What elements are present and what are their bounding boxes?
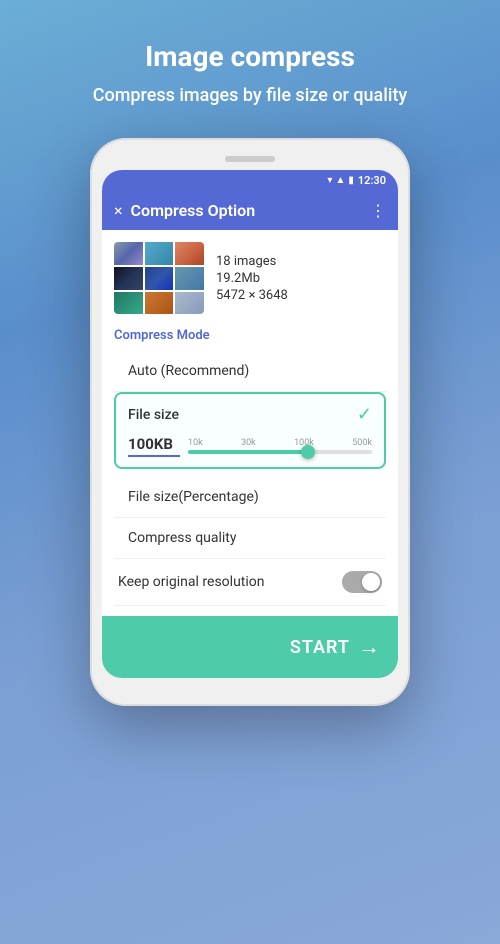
file-size-header: File size ✓ (128, 404, 372, 425)
img-cell-9 (175, 292, 204, 315)
auto-recommend-option[interactable]: Auto (Recommend) (114, 351, 386, 392)
menu-icon[interactable]: ⋮ (370, 201, 386, 220)
app-bar-title: Compress Option (131, 201, 362, 220)
img-cell-5 (145, 267, 174, 290)
battery-icon: ▮ (348, 175, 354, 186)
header-section: Image compress Compress images by file s… (63, 0, 438, 128)
signal-icon: ▲ (335, 175, 345, 186)
close-icon[interactable]: × (114, 201, 123, 220)
img-cell-8 (145, 292, 174, 315)
phone-notch (102, 156, 398, 162)
image-stats: 18 images 19.2Mb 5472 × 3648 (216, 254, 288, 303)
subtitle: Compress images by file size or quality (93, 83, 408, 108)
slider-label-500k: 500k (352, 438, 372, 448)
wifi-icon: ▾ (327, 175, 332, 186)
image-info-row: 18 images 19.2Mb 5472 × 3648 (114, 242, 386, 314)
slider-row: 100KB 10k 30k 100k 500k (128, 435, 372, 457)
start-button[interactable]: START → (102, 616, 398, 678)
slider-value: 100KB (128, 435, 180, 457)
phone-speaker (225, 156, 275, 162)
slider-thumb[interactable] (301, 445, 315, 459)
toggle-thumb (362, 573, 380, 591)
image-size: 19.2Mb (216, 271, 288, 286)
phone-frame: ▾ ▲ ▮ 12:30 × Compress Option ⋮ (90, 138, 410, 706)
keep-resolution-row: Keep original resolution (114, 559, 386, 606)
file-size-percentage-option[interactable]: File size(Percentage) (114, 477, 386, 518)
img-cell-4 (114, 267, 143, 290)
checkmark-icon: ✓ (357, 404, 372, 425)
compress-quality-option[interactable]: Compress quality (114, 518, 386, 559)
app-bar: × Compress Option ⋮ (102, 191, 398, 230)
img-cell-2 (145, 242, 174, 265)
img-cell-6 (175, 267, 204, 290)
slider-labels: 10k 30k 100k 500k (188, 438, 372, 448)
compress-mode-label: Compress Mode (114, 328, 386, 343)
image-grid (114, 242, 204, 314)
content-area: 18 images 19.2Mb 5472 × 3648 Compress Mo… (102, 230, 398, 678)
file-size-option[interactable]: File size ✓ 100KB 10k 30k 100k 500k (114, 392, 386, 469)
file-size-title: File size (128, 407, 179, 423)
slider-track[interactable] (188, 450, 372, 454)
phone-wrapper: ▾ ▲ ▮ 12:30 × Compress Option ⋮ (90, 138, 410, 706)
slider-label-10k: 10k (188, 438, 203, 448)
phone-screen: ▾ ▲ ▮ 12:30 × Compress Option ⋮ (102, 170, 398, 678)
start-arrow-icon: → (358, 634, 380, 660)
start-label: START (290, 637, 350, 658)
img-cell-3 (175, 242, 204, 265)
keep-resolution-toggle[interactable] (342, 571, 382, 593)
slider-container[interactable]: 10k 30k 100k 500k (188, 438, 372, 454)
status-time: 12:30 (358, 174, 386, 187)
status-bar: ▾ ▲ ▮ 12:30 (102, 170, 398, 191)
img-cell-1 (114, 242, 143, 265)
status-icons: ▾ ▲ ▮ (327, 175, 353, 186)
image-count: 18 images (216, 254, 288, 269)
img-cell-7 (114, 292, 143, 315)
slider-label-30k: 30k (241, 438, 256, 448)
slider-fill (188, 450, 308, 454)
main-title: Image compress (93, 40, 408, 73)
image-dimensions: 5472 × 3648 (216, 288, 288, 303)
keep-resolution-label: Keep original resolution (118, 574, 264, 590)
